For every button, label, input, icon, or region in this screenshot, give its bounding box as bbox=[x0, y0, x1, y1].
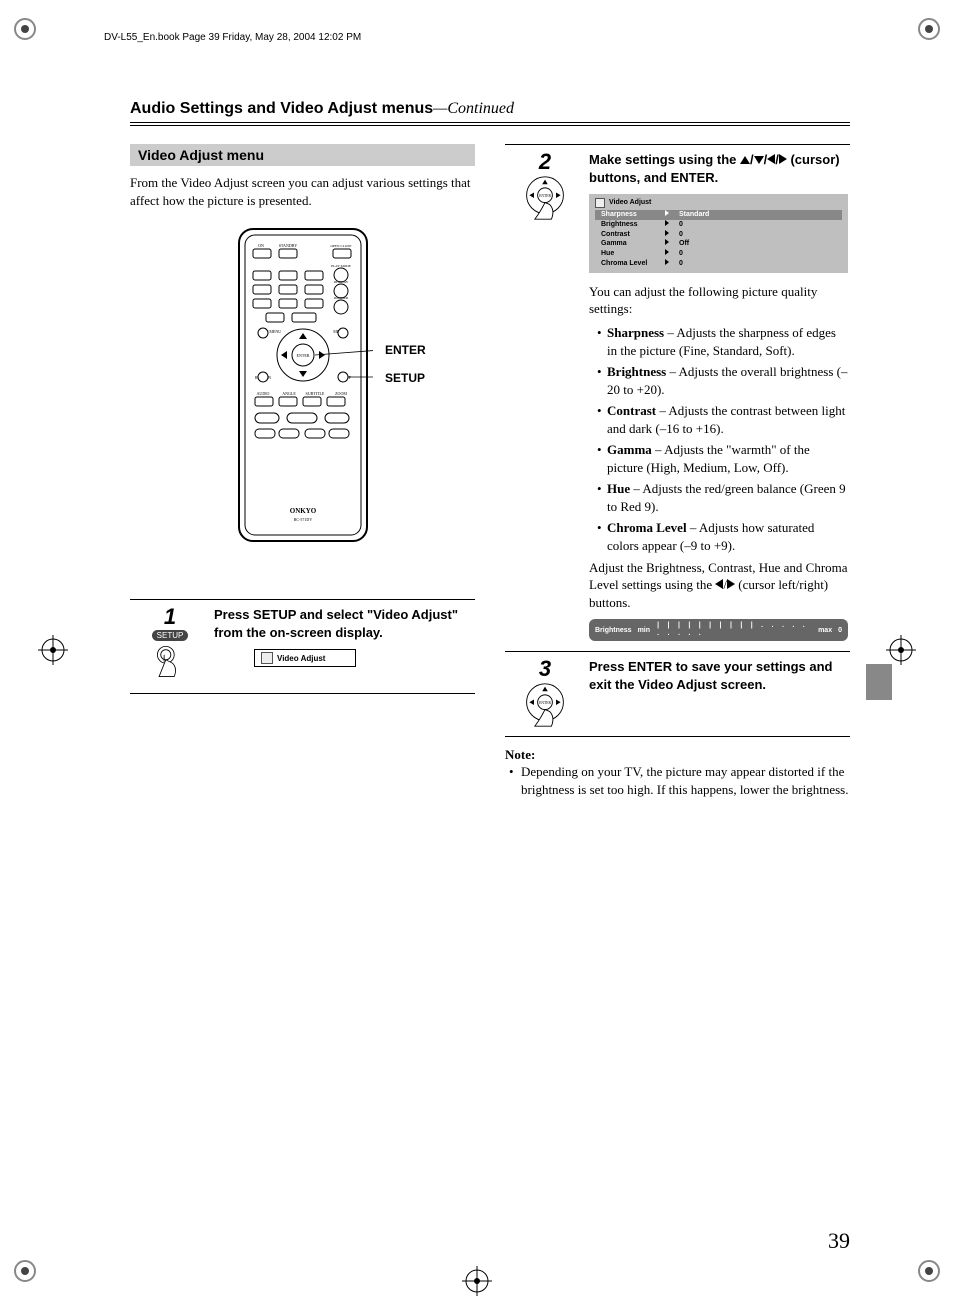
up-arrow-icon bbox=[740, 156, 750, 164]
svg-text:ANGLE: ANGLE bbox=[282, 391, 296, 396]
osd-row-gamma: GammaOff bbox=[595, 239, 842, 249]
side-tab bbox=[866, 664, 892, 700]
step-1-number: 1 bbox=[145, 600, 195, 630]
page-title: Audio Settings and Video Adjust menus bbox=[130, 100, 433, 117]
step-1-instruction: Press SETUP and select "Video Adjust" fr… bbox=[214, 606, 473, 641]
remote-label-setup: SETUP bbox=[385, 371, 425, 385]
note-list: Depending on your TV, the picture may ap… bbox=[505, 763, 850, 798]
note-item: Depending on your TV, the picture may ap… bbox=[509, 763, 850, 798]
page-number: 39 bbox=[828, 1228, 850, 1254]
note-heading: Note: bbox=[505, 747, 850, 763]
left-arrow-icon bbox=[767, 154, 775, 164]
crop-mark-ml bbox=[38, 635, 68, 665]
svg-text:ONKYO: ONKYO bbox=[289, 507, 316, 515]
page-title-row: Audio Settings and Video Adjust menus—Co… bbox=[130, 100, 850, 126]
setting-brightness: Brightness – Adjusts the overall brightn… bbox=[597, 363, 848, 398]
svg-text:STANDBY: STANDBY bbox=[278, 243, 297, 248]
setting-contrast: Contrast – Adjusts the contrast between … bbox=[597, 402, 848, 437]
remote-icon: ON STANDBY OPEN CLOSE PLAY MODE bbox=[233, 225, 373, 545]
setting-sharpness: Sharpness – Adjusts the sharpness of edg… bbox=[597, 324, 848, 359]
step-2: 2 ENTER Make settings using the // bbox=[505, 144, 850, 652]
book-header-line: DV-L55_En.book Page 39 Friday, May 28, 2… bbox=[104, 32, 361, 43]
setting-gamma: Gamma – Adjusts the "warmth" of the pict… bbox=[597, 441, 848, 476]
osd-row-brightness: Brightness0 bbox=[595, 220, 842, 230]
right-arrow-icon bbox=[779, 154, 787, 164]
step-2-number: 2 bbox=[520, 145, 570, 175]
svg-text:SUBTITLE: SUBTITLE bbox=[305, 391, 324, 396]
right-arrow-icon bbox=[727, 579, 735, 589]
remote-illustration: ON STANDBY OPEN CLOSE PLAY MODE bbox=[130, 225, 475, 575]
svg-text:ENTER: ENTER bbox=[539, 194, 551, 198]
osd-video-adjust-menu: Video Adjust SharpnessStandard Brightnes… bbox=[589, 194, 848, 273]
svg-text:OPEN CLOSE: OPEN CLOSE bbox=[330, 244, 351, 248]
brightness-slider-bar: Brightness min | | | | | | | | | | . . .… bbox=[589, 619, 848, 641]
slider-max: max bbox=[818, 627, 832, 634]
setting-chroma: Chroma Level – Adjusts how saturated col… bbox=[597, 519, 848, 554]
svg-text:ZOOM: ZOOM bbox=[335, 391, 347, 396]
osd-row-hue: Hue0 bbox=[595, 249, 842, 259]
step-2-instruction: Make settings using the /// (cursor) but… bbox=[589, 151, 848, 186]
crop-mark-tr bbox=[914, 14, 944, 44]
osd-row-contrast: Contrast0 bbox=[595, 230, 842, 240]
osd-row-chroma: Chroma Level0 bbox=[595, 259, 842, 269]
svg-text:ENTER: ENTER bbox=[296, 353, 309, 358]
down-arrow-icon bbox=[754, 156, 764, 164]
step-2-body-after: Adjust the Brightness, Contrast, Hue and… bbox=[589, 559, 848, 612]
slider-value: 0 bbox=[838, 627, 842, 634]
crop-mark-bl bbox=[10, 1256, 40, 1286]
intro-text: From the Video Adjust screen you can adj… bbox=[130, 174, 475, 209]
svg-text:ENTER: ENTER bbox=[539, 701, 551, 705]
remote-label-enter: ENTER bbox=[385, 343, 426, 357]
setting-hue: Hue – Adjusts the red/green balance (Gre… bbox=[597, 480, 848, 515]
svg-text:RC-571DV: RC-571DV bbox=[293, 517, 312, 522]
crop-mark-mr bbox=[886, 635, 916, 665]
settings-list: Sharpness – Adjusts the sharpness of edg… bbox=[589, 324, 848, 555]
dpad-enter-icon: ENTER bbox=[522, 682, 568, 728]
section-heading-video-adjust: Video Adjust menu bbox=[130, 144, 475, 166]
svg-text:AUDIO: AUDIO bbox=[256, 391, 269, 396]
page-title-continued: —Continued bbox=[433, 100, 514, 117]
svg-text:DISPLAY: DISPLAY bbox=[333, 280, 348, 284]
svg-text:PLAY MODE: PLAY MODE bbox=[331, 264, 351, 268]
slider-min: min bbox=[638, 627, 650, 634]
step-3-instruction: Press ENTER to save your settings and ex… bbox=[589, 658, 848, 693]
step-2-body-intro: You can adjust the following picture qua… bbox=[589, 283, 848, 318]
step-1: 1 SETUP Press SETUP and select "Video Ad… bbox=[130, 599, 475, 694]
video-adjust-tag: Video Adjust bbox=[254, 649, 356, 667]
crop-mark-mb bbox=[462, 1266, 492, 1296]
slider-label: Brightness bbox=[595, 627, 632, 634]
crop-mark-tl bbox=[10, 14, 40, 44]
step-1-icon-label: SETUP bbox=[152, 630, 189, 641]
svg-text:DIMMER: DIMMER bbox=[333, 296, 348, 300]
left-arrow-icon bbox=[715, 579, 723, 589]
step-3: 3 ENTER Press ENTER to save your setting… bbox=[505, 652, 850, 737]
dpad-enter-icon: ENTER bbox=[522, 175, 568, 221]
crop-mark-br bbox=[914, 1256, 944, 1286]
osd-row-sharpness: SharpnessStandard bbox=[595, 210, 842, 220]
osd-title: Video Adjust bbox=[595, 198, 842, 208]
press-setup-icon bbox=[149, 643, 191, 685]
svg-text:ON: ON bbox=[258, 243, 264, 248]
slider-ticks: | | | | | | | | | | . . . . . . . . . . bbox=[656, 622, 812, 638]
step-3-number: 3 bbox=[520, 652, 570, 682]
